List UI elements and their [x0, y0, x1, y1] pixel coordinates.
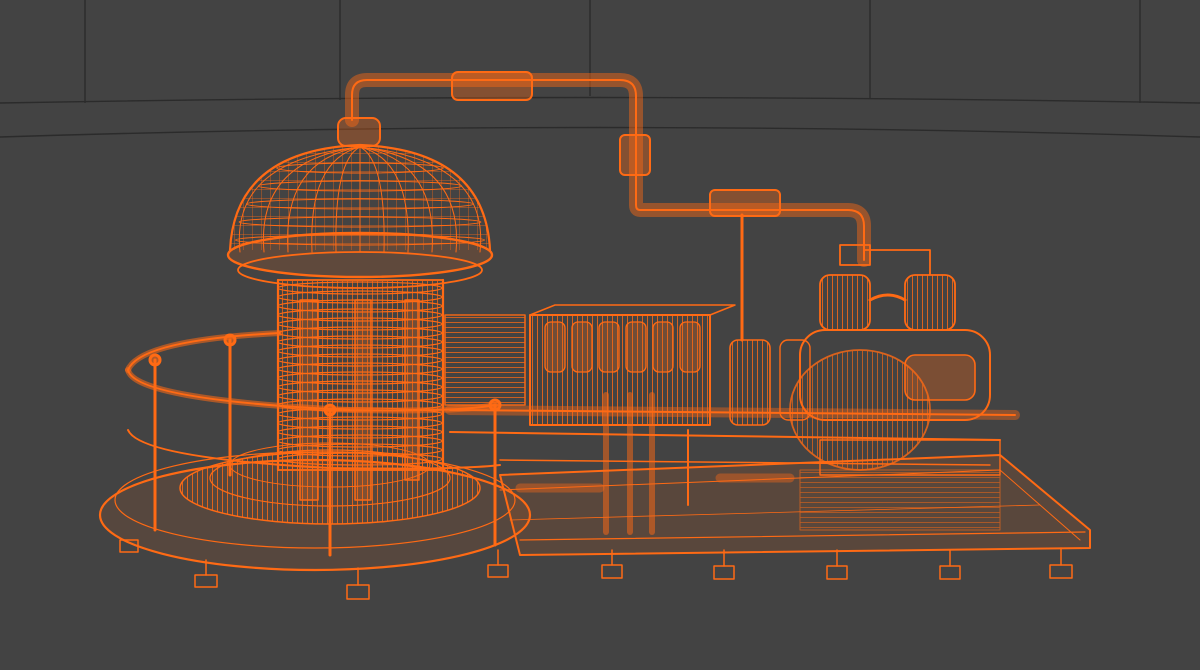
- base-plate: [499, 454, 1091, 556]
- pump-housing: [729, 329, 1001, 476]
- reactor-dome: [226, 117, 494, 289]
- environment-grid: [0, 0, 1200, 138]
- valve-assembly: [819, 244, 956, 331]
- wireframe-render: [0, 0, 1200, 600]
- machine-wireframe: [98, 71, 1091, 600]
- viewport-3d[interactable]: [0, 0, 1200, 670]
